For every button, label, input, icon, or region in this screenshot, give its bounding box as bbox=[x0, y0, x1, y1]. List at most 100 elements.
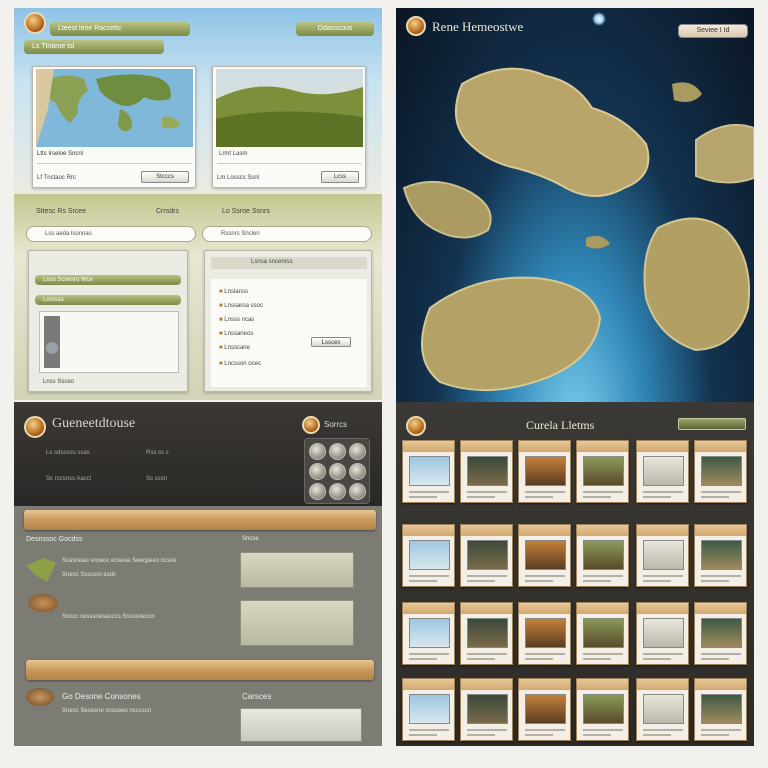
thumbnail-caption-line bbox=[467, 729, 507, 731]
island-map[interactable] bbox=[396, 48, 754, 402]
thumbnail-card[interactable] bbox=[636, 440, 689, 503]
card-button[interactable]: Lcss bbox=[321, 171, 359, 183]
thumbnail-caption-line bbox=[583, 496, 611, 498]
panel-bottom-right: Curela Lletms bbox=[396, 402, 754, 746]
panel-top-left: Lteest leoe Raccettc Ls Ttnaroe tsl Odas… bbox=[14, 8, 382, 194]
badge-icon bbox=[302, 416, 320, 434]
section-divider bbox=[26, 660, 374, 680]
thumbnail-caption-line bbox=[701, 653, 741, 655]
header-button[interactable] bbox=[678, 418, 746, 430]
coin-icon[interactable] bbox=[309, 463, 326, 480]
thumbnail-caption-line bbox=[467, 734, 495, 736]
thumbnail-caption-line bbox=[701, 658, 729, 660]
list-title: Lnss Scnesro Wce bbox=[35, 275, 181, 285]
card-button[interactable]: Stcccs bbox=[141, 171, 189, 183]
thumbnail-caption-line bbox=[643, 729, 683, 731]
thumbnail-card[interactable] bbox=[576, 440, 629, 503]
thumbnail-card[interactable] bbox=[636, 602, 689, 665]
search-input-left[interactable]: Lss aeda lsonnas bbox=[26, 226, 196, 242]
section-divider bbox=[24, 510, 376, 530]
info-row-left: Sc rscsnss Aaccl bbox=[46, 476, 92, 482]
thumbnail-caption-line bbox=[643, 734, 671, 736]
thumbnail-image bbox=[701, 540, 742, 570]
thumbnail-caption-line bbox=[643, 496, 671, 498]
coin-icon[interactable] bbox=[329, 463, 346, 480]
thumbnail-image bbox=[525, 694, 566, 724]
thumbnail-caption-line bbox=[409, 496, 437, 498]
header-area: Gueneetdtouse Sorrcs Ls sdssscu ssas Rss… bbox=[14, 402, 382, 506]
thumbnail-card[interactable] bbox=[636, 524, 689, 587]
thumbnail-card[interactable] bbox=[402, 440, 455, 503]
search-input-right[interactable]: Rssnrs Snclen bbox=[202, 226, 372, 242]
info-row-right: Ss sssn bbox=[146, 476, 168, 482]
thumbnail-card[interactable] bbox=[460, 678, 513, 741]
thumbnail-card[interactable] bbox=[518, 440, 571, 503]
page-title: Curela Lletms bbox=[526, 418, 595, 432]
list-item[interactable]: ■ Lnsss ncas bbox=[219, 315, 359, 325]
thumbnail-card[interactable] bbox=[694, 440, 747, 503]
preview-box bbox=[39, 311, 179, 373]
thumbnail-card[interactable] bbox=[694, 524, 747, 587]
thumbnail-caption-line bbox=[467, 575, 507, 577]
thumbnail-caption-line bbox=[409, 734, 437, 736]
logo-icon bbox=[24, 12, 46, 34]
thumbnail-caption-line bbox=[409, 729, 449, 731]
divider bbox=[217, 163, 362, 164]
thumbnail-card[interactable] bbox=[402, 602, 455, 665]
star-icon bbox=[592, 12, 606, 26]
thumbnail-image bbox=[467, 540, 508, 570]
thumbnail-card[interactable] bbox=[460, 602, 513, 665]
list-button[interactable]: Lssces bbox=[311, 337, 351, 347]
thumbnail-card[interactable] bbox=[460, 440, 513, 503]
coin-icon[interactable] bbox=[349, 463, 366, 480]
map-icon bbox=[26, 558, 56, 582]
thumbnail-caption-line bbox=[701, 575, 741, 577]
rock-icon bbox=[26, 688, 54, 706]
thumbnail-card[interactable] bbox=[402, 524, 455, 587]
thumbnail-card[interactable] bbox=[518, 524, 571, 587]
coin-icon[interactable] bbox=[329, 483, 346, 500]
thumbnail-image bbox=[643, 456, 684, 486]
thumbnail-card[interactable] bbox=[576, 524, 629, 587]
thumbnail-image bbox=[467, 694, 508, 724]
coin-icon[interactable] bbox=[349, 443, 366, 460]
list-item[interactable]: ■ Lnssaroa ssoc bbox=[219, 301, 359, 311]
divider bbox=[37, 163, 192, 164]
thumbnail-caption-line bbox=[583, 734, 611, 736]
thumbnail-card[interactable] bbox=[518, 602, 571, 665]
thumbnail-caption-line bbox=[525, 729, 565, 731]
coin-icon[interactable] bbox=[349, 483, 366, 500]
thumbnail-caption-line bbox=[467, 496, 495, 498]
landscape-card[interactable]: Lrmt Lasm Lm Losscs Ssnl Lcss bbox=[212, 66, 366, 188]
thumbnail-caption-line bbox=[583, 575, 623, 577]
thumbnail-card[interactable] bbox=[460, 524, 513, 587]
info-box bbox=[240, 552, 354, 588]
thumbnail-card[interactable] bbox=[576, 602, 629, 665]
thumbnail-card[interactable] bbox=[694, 602, 747, 665]
thumbnail-caption-line bbox=[409, 658, 437, 660]
thumbnail-caption-line bbox=[409, 653, 449, 655]
coin-icon[interactable] bbox=[329, 443, 346, 460]
header-right: Lo Ssroe Ssnrs bbox=[222, 208, 270, 215]
list-item[interactable]: ■ Lnslanss bbox=[219, 287, 359, 297]
header-mid: Crrsdrs bbox=[156, 208, 179, 215]
thumbnail-image bbox=[701, 456, 742, 486]
thumbnail-card[interactable] bbox=[694, 678, 747, 741]
coin-icon[interactable] bbox=[309, 443, 326, 460]
thumbnail-card[interactable] bbox=[636, 678, 689, 741]
coin-icon[interactable] bbox=[309, 483, 326, 500]
map-card[interactable]: Ltts Irseloe Sncnl Lf Tnctaoc Rrc Stcccs bbox=[32, 66, 196, 188]
thumbnail-image bbox=[583, 694, 624, 724]
thumbnail-caption-line bbox=[643, 580, 671, 582]
header-button[interactable]: Seviee I Id bbox=[678, 24, 748, 38]
thumbnail-card[interactable] bbox=[402, 678, 455, 741]
thumbnail-image bbox=[409, 540, 450, 570]
list-item[interactable]: ■ Lncsson ocec bbox=[219, 359, 359, 369]
thumbnail-card[interactable] bbox=[518, 678, 571, 741]
list-header: Lsnsa sncenrss bbox=[211, 257, 367, 269]
thumbnail-card[interactable] bbox=[576, 678, 629, 741]
thumbnail-caption-line bbox=[409, 580, 437, 582]
thumbnail-caption-line bbox=[643, 575, 683, 577]
header-left: Sttesc Rs Srcee bbox=[36, 208, 87, 215]
top-button[interactable]: Odasscous bbox=[296, 22, 374, 36]
